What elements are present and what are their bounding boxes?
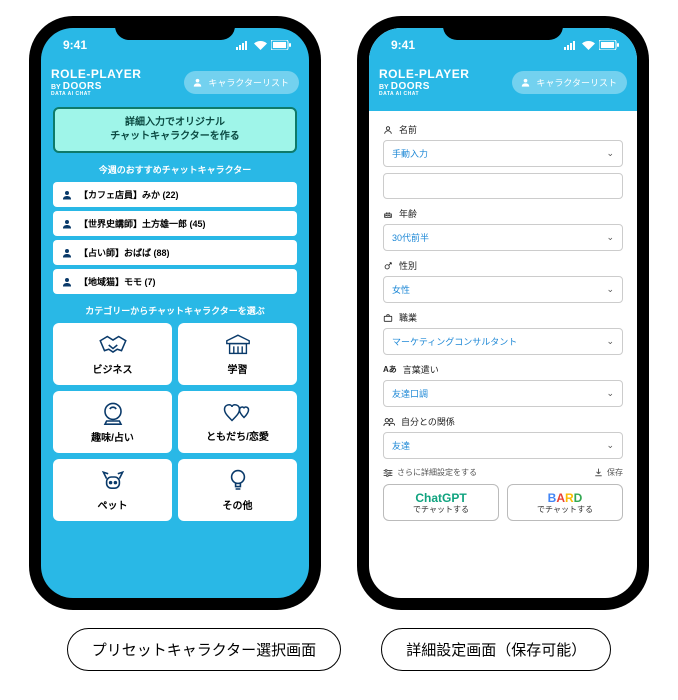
name-select[interactable]: 手動入力 ⌄ [383,140,623,167]
people-icon [383,417,395,427]
bard-brand: BARD [512,491,618,505]
field-relation: 自分との関係 友達 ⌄ [383,415,623,459]
recommend-item[interactable]: 【世界史講師】土方雄一郎 (45) [53,211,297,236]
field-gender: 性別 女性 ⌄ [383,259,623,303]
relation-select[interactable]: 友達 ⌄ [383,432,623,459]
job-select[interactable]: マーケティングコンサルタント ⌄ [383,328,623,355]
category-friend[interactable]: ともだち/恋愛 [178,391,297,453]
sliders-icon [383,469,393,477]
caption-right: 詳細設定画面（保存可能） [381,628,611,671]
category-hobby[interactable]: 趣味/占い [53,391,172,453]
crystal-ball-icon [100,401,126,425]
caption-left: プリセットキャラクター選択画面 [67,628,341,671]
person-icon [192,77,203,88]
app-logo: ROLE-PLAYER BY DOORS DATA AI CHAT [51,68,141,97]
chevron-down-icon: ⌄ [606,336,614,347]
status-time: 9:41 [391,38,415,52]
person-outline-icon [383,125,393,135]
briefcase-icon [383,313,393,323]
app-logo: ROLE-PLAYER BY DOORS DATA AI CHAT [379,68,469,97]
recommend-item[interactable]: 【カフェ店員】みか (22) [53,182,297,207]
handshake-icon [96,333,130,357]
screen-detail: 9:41 ROLE-PLAYER BY DOORS DATA AI CHAT キ… [369,28,637,598]
cake-icon [383,209,393,219]
category-study[interactable]: 学習 [178,323,297,385]
status-icons [564,40,619,50]
recommend-item[interactable]: 【地域猫】モモ (7) [53,269,297,294]
category-title: カテゴリーからチャットキャラクターを選ぶ [53,304,297,317]
notch [443,18,563,40]
category-pet[interactable]: ペット [53,459,172,521]
gender-select[interactable]: 女性 ⌄ [383,276,623,303]
category-business[interactable]: ビジネス [53,323,172,385]
character-list-button[interactable]: キャラクターリスト [184,71,299,94]
recommend-item[interactable]: 【占い師】おばば (88) [53,240,297,265]
school-icon [224,333,252,357]
chevron-down-icon: ⌄ [606,284,614,295]
gender-icon [383,261,393,271]
text-icon: Aあ [383,364,397,375]
recommend-title: 今週のおすすめチャットキャラクター [53,163,297,176]
chatgpt-button[interactable]: ChatGPT でチャットする [383,484,499,521]
status-icons [236,40,291,50]
more-settings-link[interactable]: さらに詳細設定をする [383,467,477,478]
bard-button[interactable]: BARD でチャットする [507,484,623,521]
field-name: 名前 手動入力 ⌄ [383,123,623,199]
chevron-down-icon: ⌄ [606,440,614,451]
field-job: 職業 マーケティングコンサルタント ⌄ [383,311,623,355]
category-other[interactable]: その他 [178,459,297,521]
dog-icon [100,469,126,493]
app-header: ROLE-PLAYER BY DOORS DATA AI CHAT キャラクター… [369,62,637,111]
status-time: 9:41 [63,38,87,52]
field-age: 年齢 30代前半 ⌄ [383,207,623,251]
tone-select[interactable]: 友達口調 ⌄ [383,380,623,407]
chevron-down-icon: ⌄ [606,388,614,399]
chevron-down-icon: ⌄ [606,232,614,243]
save-button[interactable]: 保存 [594,467,623,478]
download-icon [594,468,603,477]
app-header: ROLE-PLAYER BY DOORS DATA AI CHAT キャラクター… [41,62,309,107]
name-text-input[interactable] [383,173,623,199]
create-character-button[interactable]: 詳細入力でオリジナル チャットキャラクターを作る [53,107,297,153]
chevron-down-icon: ⌄ [606,148,614,159]
person-icon [61,189,73,201]
character-list-button[interactable]: キャラクターリスト [512,71,627,94]
phone-left: 9:41 ROLE-PLAYER BY DOORS DATA AI CHAT キ… [31,18,319,608]
person-icon [61,218,73,230]
person-icon [61,276,73,288]
hearts-icon [223,402,253,424]
person-icon [520,77,531,88]
lightbulb-icon [228,469,248,493]
notch [115,18,235,40]
person-icon [61,247,73,259]
screen-preset: 9:41 ROLE-PLAYER BY DOORS DATA AI CHAT キ… [41,28,309,598]
phone-right: 9:41 ROLE-PLAYER BY DOORS DATA AI CHAT キ… [359,18,647,608]
field-tone: Aあ 言葉遣い 友達口調 ⌄ [383,363,623,407]
age-select[interactable]: 30代前半 ⌄ [383,224,623,251]
